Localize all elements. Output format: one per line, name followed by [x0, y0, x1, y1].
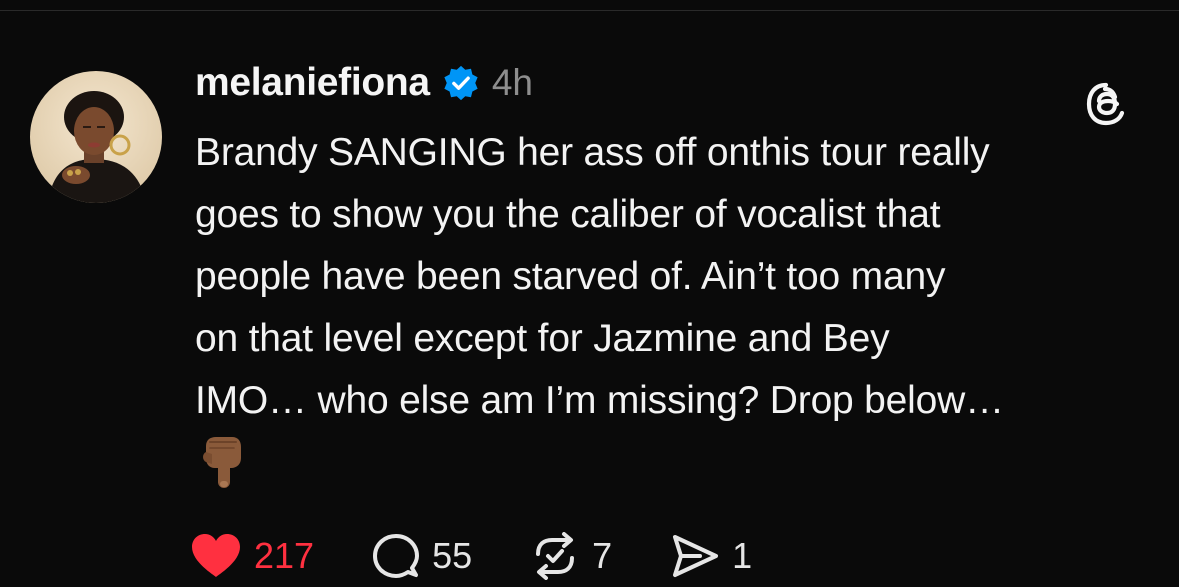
timestamp: 4h: [491, 62, 533, 103]
top-divider: [0, 0, 1179, 11]
avatar-photo: [30, 71, 162, 203]
post-text: Brandy SANGING her ass off onthis tour r…: [195, 131, 1004, 422]
comment-icon: [373, 534, 420, 578]
send-icon: [673, 535, 719, 577]
post-header: melaniefiona 4h: [195, 58, 533, 108]
repost-icon: [536, 532, 575, 580]
heart-icon: [192, 534, 240, 577]
pointing-down-emoji: [200, 432, 246, 492]
username[interactable]: melaniefiona: [195, 61, 430, 105]
like-button[interactable]: 217: [190, 533, 314, 579]
repost-button[interactable]: 7: [530, 532, 612, 580]
threads-logo-icon[interactable]: [1082, 80, 1130, 128]
reply-count: 55: [432, 535, 473, 576]
share-button[interactable]: 1: [670, 533, 752, 579]
action-bar: 217 55 7 1: [190, 528, 810, 584]
like-count: 217: [254, 535, 315, 576]
repost-count: 7: [592, 535, 613, 576]
verified-badge-icon: [442, 64, 480, 102]
avatar[interactable]: [30, 71, 162, 203]
reply-button[interactable]: 55: [372, 532, 472, 580]
share-count: 1: [732, 535, 753, 576]
